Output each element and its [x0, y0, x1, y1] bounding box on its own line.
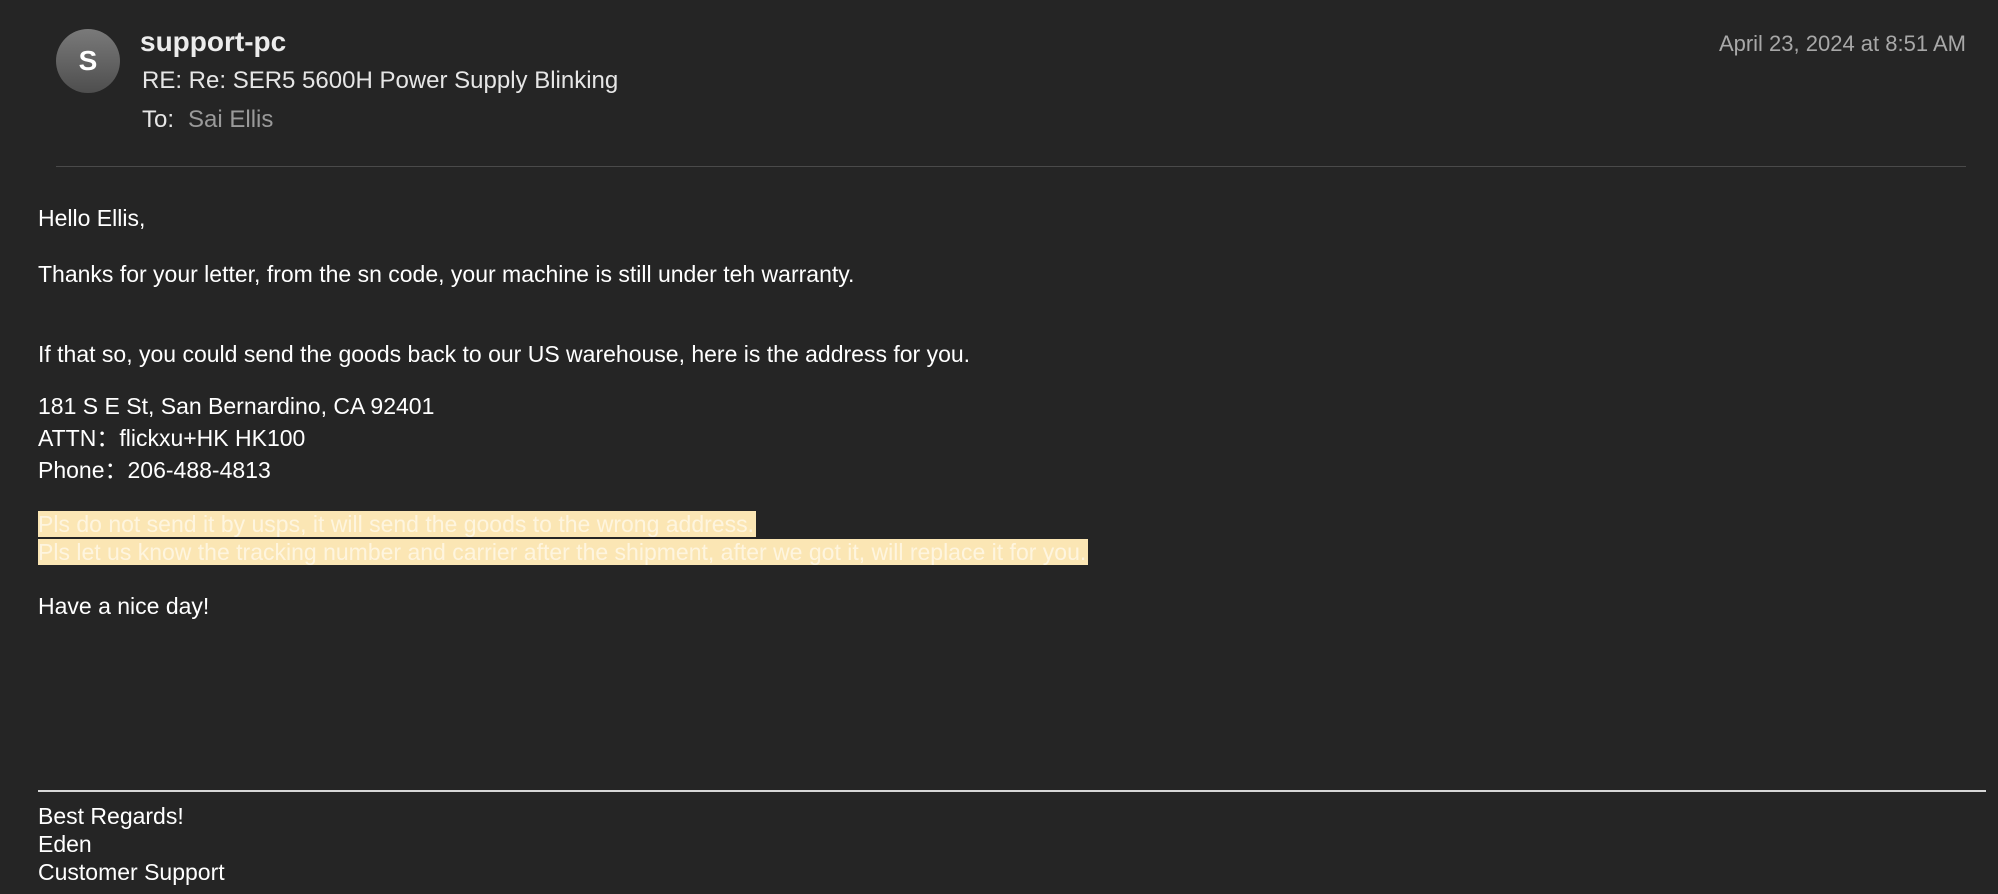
- header-divider: [56, 166, 1966, 167]
- address-phone: Phone：206-488-4813: [38, 457, 271, 483]
- signature-block: Best Regards! Eden Customer Support: [38, 802, 225, 886]
- paragraph-return: If that so, you could send the goods bac…: [38, 341, 971, 367]
- closing-line: Have a nice day!: [38, 593, 210, 619]
- sender-avatar[interactable]: S: [56, 29, 120, 93]
- highlight-tracking-request: Pls let us know the tracking number and …: [38, 539, 1089, 565]
- email-header: S support-pc RE: Re: SER5 5600H Power Su…: [0, 0, 1998, 168]
- signature-regards: Best Regards!: [38, 803, 184, 829]
- recipient-name[interactable]: Sai Ellis: [188, 106, 273, 133]
- email-date: April 23, 2024 at 8:51 AM: [1718, 31, 1966, 56]
- avatar-initial: S: [78, 45, 98, 76]
- signature-title: Customer Support: [38, 859, 225, 885]
- address-block: 181 S E St, San Bernardino, CA 92401 ATT…: [38, 390, 434, 486]
- recipient-row: To: Sai Ellis: [142, 104, 273, 136]
- to-label: To:: [142, 106, 175, 133]
- sender-name[interactable]: support-pc: [140, 24, 286, 60]
- address-street: 181 S E St, San Bernardino, CA 92401: [38, 393, 435, 419]
- greeting: Hello Ellis,: [38, 205, 146, 231]
- signature-name: Eden: [38, 831, 92, 857]
- highlight-usps-warning: Pls do not send it by usps, it will send…: [38, 511, 756, 537]
- paragraph-warranty: Thanks for your letter, from the sn code…: [38, 261, 855, 287]
- signature-divider: [38, 790, 1986, 792]
- highlighted-notice: Pls do not send it by usps, it will send…: [38, 510, 1089, 566]
- address-attn: ATTN：flickxu+HK HK100: [38, 425, 306, 451]
- email-subject: RE: Re: SER5 5600H Power Supply Blinking: [142, 67, 619, 94]
